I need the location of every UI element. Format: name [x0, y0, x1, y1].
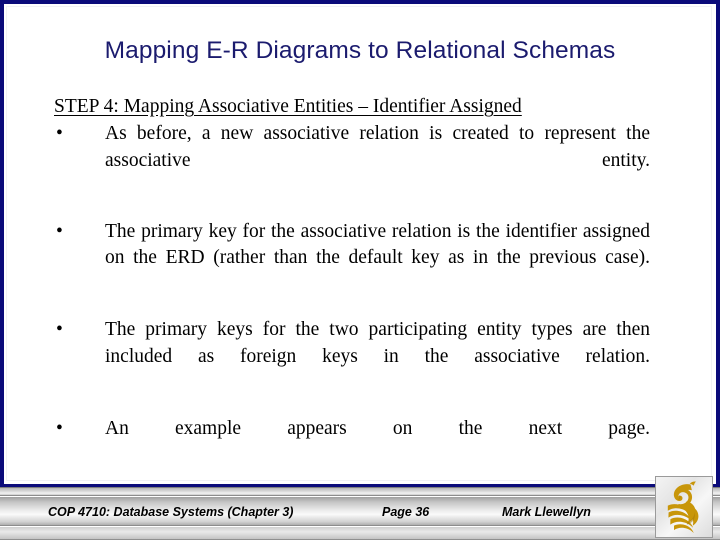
footer-page-number: Page 36 — [382, 504, 430, 519]
bullet-item: • The primary keys for the two participa… — [54, 317, 650, 397]
step-heading: STEP 4: Mapping Associative Entities – I… — [54, 96, 522, 117]
bullet-spacer — [54, 201, 650, 219]
footer-course-label: COP 4710: Database Systems (Chapter 3) — [48, 504, 294, 519]
bullet-text: The primary keys for the two participati… — [105, 319, 650, 367]
bullet-marker-icon: • — [56, 319, 63, 341]
footer-text-row: COP 4710: Database Systems (Chapter 3) P… — [0, 498, 660, 525]
bullet-marker-icon: • — [56, 220, 63, 242]
bullet-item: • As before, a new associative relation … — [54, 121, 650, 201]
bullet-spacer — [54, 397, 650, 416]
ucf-pegasus-logo — [655, 476, 713, 538]
bullet-marker-icon: • — [56, 417, 63, 439]
footer-band-top — [0, 487, 720, 496]
bullet-spacer — [54, 298, 650, 317]
bullet-text: As before, a new associative relation is… — [105, 123, 650, 171]
bullet-item: • The primary key for the associative re… — [54, 219, 650, 299]
pegasus-icon — [667, 481, 699, 533]
slide-canvas: Mapping E-R Diagrams to Relational Schem… — [0, 0, 720, 540]
footer-author-label: Mark Llewellyn — [502, 504, 591, 519]
slide-title: Mapping E-R Diagrams to Relational Schem… — [104, 37, 616, 64]
slide-border-right — [716, 0, 720, 487]
slide-body: STEP 4: Mapping Associative Entities – I… — [54, 96, 650, 469]
slide-border-left — [0, 0, 4, 487]
bullet-text: The primary key for the associative rela… — [105, 220, 650, 269]
footer-band-bottom — [0, 527, 720, 540]
slide-footer: COP 4710: Database Systems (Chapter 3) P… — [0, 487, 720, 540]
bullet-text: An example appears on the next page. — [105, 417, 650, 439]
bullet-item: • An example appears on the next page. — [54, 416, 650, 469]
slide-border-top — [0, 0, 720, 4]
bullet-marker-icon: • — [56, 123, 63, 145]
